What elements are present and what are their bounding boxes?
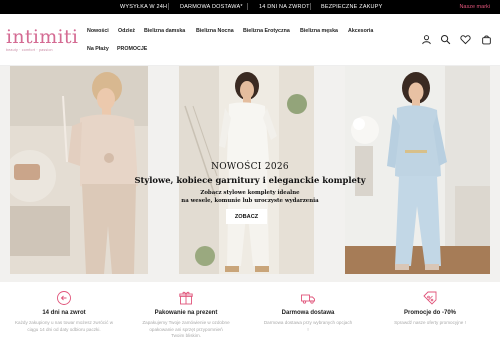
cart-icon[interactable] xyxy=(481,34,492,45)
nav-item-akcesoria[interactable]: Akcesoria xyxy=(348,28,373,34)
feature-free-delivery-desc: Darmowa dostawa przy wybranych opcjach ! xyxy=(249,320,367,333)
nav-item-na-plazy[interactable]: Na Płaży xyxy=(87,46,109,52)
feature-gift-wrap-desc-line-1: Zapakujemy Twoje zamówienie w ozdobne xyxy=(142,320,230,325)
nav-item-nowosci[interactable]: Nowości xyxy=(87,28,109,34)
nav-item-promocje[interactable]: PROMOCJE xyxy=(117,46,147,52)
nav-item-bielizna-nocna[interactable]: Bielizna Nocna xyxy=(196,28,234,34)
logo-tagline: beauty · comfort · passion xyxy=(6,48,53,52)
return-14-days-message: 14 DNI NA ZWROT xyxy=(259,4,310,10)
nav-item-bielizna-meska[interactable]: Bielizna męska xyxy=(300,28,338,34)
hero-description-line-1: Zobacz stylowe komplety idealne xyxy=(200,190,300,196)
feature-free-delivery-desc-line-2: ! xyxy=(307,326,309,332)
feature-promotions-desc-line-1: Sprawdź nasze oferty promocyjne ! xyxy=(394,320,466,325)
divider xyxy=(310,3,311,10)
logo-wordmark: intimiti xyxy=(6,26,79,48)
feature-promotions: Promocje do -70% Sprawdź nasze oferty pr… xyxy=(371,290,489,327)
truck-icon xyxy=(301,294,315,304)
features-strip: 14 dni na zwrot Każdy zakupiony u nas to… xyxy=(0,282,500,348)
nav-item-bielizna-damska[interactable]: Bielizna damska xyxy=(144,28,185,34)
nav-item-odziez[interactable]: Odzież xyxy=(118,28,135,34)
hero-description: Zobacz stylowe komplety idealne na wesel… xyxy=(110,190,390,205)
feature-returns-desc-line-2: ciągu 14 dni od daty odbioru paczki. xyxy=(27,326,101,332)
feature-returns: 14 dni na zwrot Każdy zakupiony u nas to… xyxy=(5,290,123,333)
hero-title: NOWOŚCI 2026 xyxy=(211,162,289,172)
feature-returns-title: 14 dni na zwrot xyxy=(42,310,86,316)
safe-shopping-message: BEZPIECZNE ZAKUPY xyxy=(321,4,383,10)
feature-gift-wrap-title: Pakowanie na prezent xyxy=(154,310,218,316)
free-delivery-message: DARMOWA DOSTAWA* xyxy=(180,4,243,10)
heart-icon[interactable] xyxy=(460,34,471,45)
return-icon xyxy=(57,291,71,305)
hero-banner[interactable]: NOWOŚCI 2026 Stylowe, kobiece garnitury … xyxy=(0,66,500,282)
feature-free-delivery-desc-line-1: Darmowa dostawa przy wybranych opcjach xyxy=(263,320,353,325)
nav-item-bielizna-erotyczna[interactable]: Bielizna Erotyczna xyxy=(243,28,290,34)
feature-promotions-title: Promocje do -70% xyxy=(403,310,456,316)
feature-free-delivery: Darmowa dostawa Darmowa dostawa przy wyb… xyxy=(249,290,367,333)
feature-returns-desc-line-1: Każdy zakupiony u nas towar możesz zwróc… xyxy=(14,320,114,325)
feature-gift-wrap-desc-line-3: Twoim bliskim. xyxy=(171,333,201,338)
feature-gift-wrap-desc: Zapakujemy Twoje zamówienie w ozdobne op… xyxy=(127,320,245,340)
divider xyxy=(247,3,248,10)
intimiti-logo[interactable]: intimiti beauty · comfort · passion xyxy=(6,26,79,60)
feature-free-delivery-title: Darmowa dostawa xyxy=(281,310,335,316)
hero-subtitle: Stylowe, kobiece garnitury i eleganckie … xyxy=(134,175,366,185)
feature-gift-wrap: Pakowanie na prezent Zapakujemy Twoje za… xyxy=(127,290,245,340)
see-collection-button[interactable]: ZOBACZ xyxy=(226,209,267,224)
search-icon[interactable] xyxy=(440,34,451,45)
shipping-24h-message: WYSYŁKA W 24H xyxy=(120,4,168,10)
hero-text-block: NOWOŚCI 2026 Stylowe, kobiece garnitury … xyxy=(110,162,390,205)
site-header: intimiti beauty · comfort · passion Nowo… xyxy=(0,14,500,66)
feature-returns-desc: Każdy zakupiony u nas towar możesz zwróc… xyxy=(5,320,123,333)
user-icon[interactable] xyxy=(421,34,432,45)
our-brands-link[interactable]: Nasze marki xyxy=(459,4,490,10)
top-announcement-bar: WYSYŁKA W 24H DARMOWA DOSTAWA* 14 DNI NA… xyxy=(0,0,500,14)
hero-description-line-2: na wesele, komunie lub uroczyste wydarze… xyxy=(181,197,319,204)
gift-icon xyxy=(179,291,193,305)
divider xyxy=(168,3,169,10)
feature-promotions-desc: Sprawdź nasze oferty promocyjne ! xyxy=(371,320,489,327)
percent-tag-icon xyxy=(423,291,437,305)
